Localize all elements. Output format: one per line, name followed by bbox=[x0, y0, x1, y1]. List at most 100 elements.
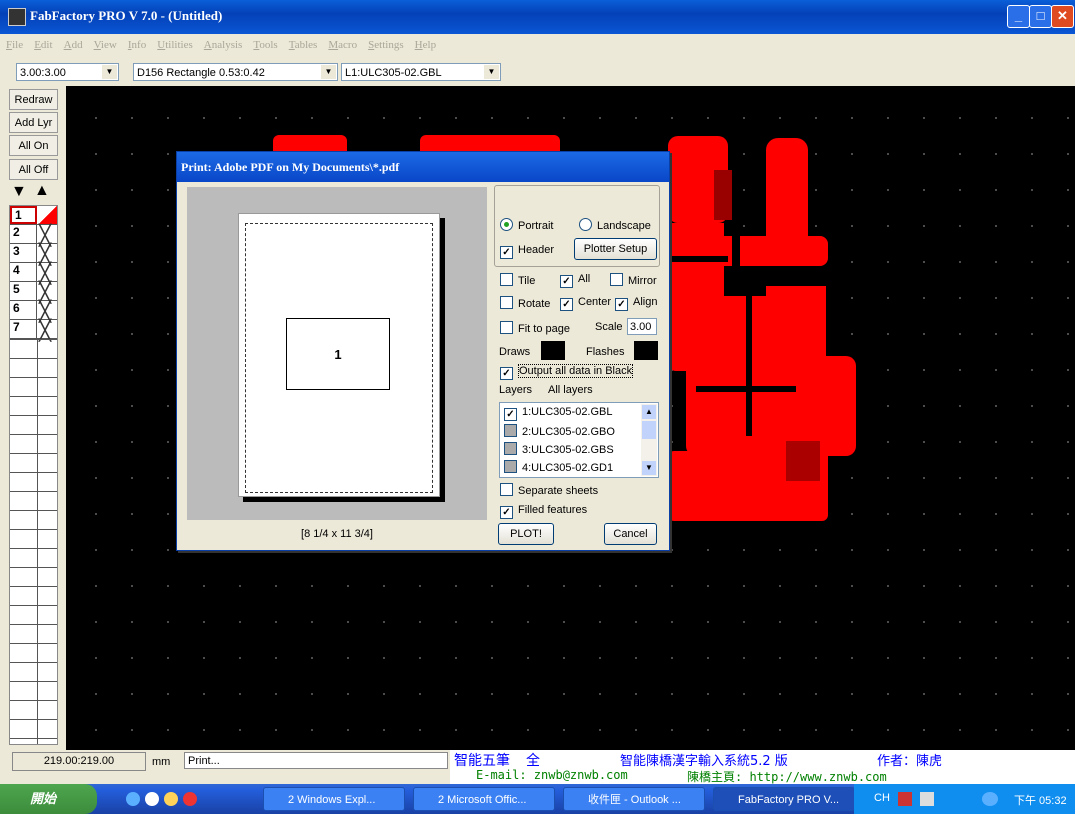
mirror-checkbox[interactable]: Mirror bbox=[610, 273, 657, 287]
ime-email: E-mail: znwb@znwb.com bbox=[476, 768, 628, 782]
menu-settings[interactable]: Settings bbox=[368, 39, 403, 51]
all-off-button[interactable]: All Off bbox=[9, 159, 58, 180]
pcb-trace-line bbox=[696, 386, 796, 392]
ime-tray-icon[interactable] bbox=[898, 792, 912, 806]
task-outlook[interactable]: 收件匣 - Outlook ... bbox=[563, 787, 705, 811]
scroll-thumb[interactable] bbox=[642, 421, 656, 439]
pcb-pad bbox=[273, 135, 347, 151]
fit-to-page-checkbox[interactable]: Fit to page bbox=[500, 321, 570, 335]
header-label: Header bbox=[518, 244, 555, 256]
taskbar: 開始 2 Windows Expl... 2 Microsoft Offic..… bbox=[0, 784, 1075, 814]
draws-color-swatch[interactable] bbox=[541, 341, 565, 360]
scale-input[interactable]: 3.00 bbox=[627, 318, 657, 335]
plotter-setup-button[interactable]: Plotter Setup bbox=[574, 238, 657, 260]
language-indicator[interactable]: CH bbox=[874, 792, 890, 804]
browser-icon[interactable] bbox=[145, 792, 159, 806]
menu-tools[interactable]: Tools bbox=[253, 39, 277, 51]
ie-icon[interactable] bbox=[126, 792, 140, 806]
scroll-up-icon[interactable]: ▲ bbox=[642, 405, 656, 419]
plot-button[interactable]: PLOT! bbox=[498, 523, 554, 545]
cancel-button[interactable]: Cancel bbox=[604, 523, 657, 545]
task-windows-explorer[interactable]: 2 Windows Expl... bbox=[263, 787, 405, 811]
layer-row-7[interactable]: 7 ╳ bbox=[10, 320, 57, 342]
ime-mode[interactable]: 智能五筆 bbox=[454, 750, 510, 770]
layers-listbox[interactable]: ✓ 1:ULC305-02.GBL 2:ULC305-02.GBO 3:ULC30… bbox=[499, 402, 659, 478]
layer-list-item[interactable]: 4:ULC305-02.GD1 bbox=[504, 460, 613, 474]
pcb-trace-block bbox=[766, 286, 826, 376]
close-button[interactable]: ✕ bbox=[1051, 5, 1074, 28]
ime-fullwidth[interactable]: 全 bbox=[526, 750, 540, 770]
maximize-button[interactable]: □ bbox=[1029, 5, 1052, 28]
scale-combo[interactable]: 3.00:3.00 ▼ bbox=[16, 63, 119, 81]
print-dialog: Print: Adobe PDF on My Documents\*.pdf 1… bbox=[176, 151, 670, 551]
pcb-trace-line bbox=[668, 256, 728, 262]
filled-features-checkbox[interactable]: ✓ Filled features bbox=[500, 504, 587, 519]
menu-file[interactable]: File bbox=[6, 39, 23, 51]
task-microsoft-office[interactable]: 2 Microsoft Offic... bbox=[413, 787, 555, 811]
layer-combo[interactable]: L1:ULC305-02.GBL ▼ bbox=[341, 63, 501, 81]
layer-list-item[interactable]: 3:ULC305-02.GBS bbox=[504, 442, 614, 456]
center-checkbox[interactable]: ✓ Center bbox=[560, 296, 611, 311]
task-fabfactory[interactable]: FabFactory PRO V... bbox=[713, 787, 855, 811]
app-quicklaunch-icon[interactable] bbox=[183, 792, 197, 806]
menu-help[interactable]: Help bbox=[415, 39, 436, 51]
portrait-radio[interactable]: Portrait bbox=[500, 218, 553, 232]
chevron-down-icon[interactable]: ▼ bbox=[102, 65, 117, 79]
add-layer-button[interactable]: Add Lyr bbox=[9, 112, 58, 133]
layer-number: 3 bbox=[10, 244, 37, 262]
chevron-down-icon[interactable]: ▼ bbox=[484, 65, 499, 79]
menu-macro[interactable]: Macro bbox=[328, 39, 357, 51]
menu-add[interactable]: Add bbox=[64, 39, 83, 51]
scale-label: Scale bbox=[595, 321, 623, 333]
layer-list-label: 4:ULC305-02.GD1 bbox=[522, 462, 614, 474]
checkbox-empty-icon bbox=[610, 273, 623, 286]
layers-value: All layers bbox=[548, 384, 593, 396]
all-on-button[interactable]: All On bbox=[9, 135, 58, 156]
redraw-button[interactable]: Redraw bbox=[9, 89, 58, 110]
layer-number: 2 bbox=[10, 225, 37, 243]
layer-down-icon[interactable]: ▼ bbox=[11, 183, 27, 201]
all-checkbox[interactable]: ✓ All bbox=[560, 273, 590, 288]
flashes-color-swatch[interactable] bbox=[634, 341, 658, 360]
menu-view[interactable]: View bbox=[94, 39, 117, 51]
menu-info[interactable]: Info bbox=[128, 39, 146, 51]
toolbar: 3.00:3.00 ▼ D156 Rectangle 0.53:0.42 ▼ L… bbox=[0, 56, 1075, 86]
fit-to-page-label: Fit to page bbox=[518, 323, 570, 335]
layer-list-label: 1:ULC305-02.GBL bbox=[522, 406, 613, 418]
output-black-checkbox[interactable]: ✓ Output all data in Black bbox=[500, 364, 634, 380]
scroll-down-icon[interactable]: ▼ bbox=[642, 461, 656, 475]
landscape-radio[interactable]: Landscape bbox=[579, 218, 651, 232]
separate-sheets-checkbox[interactable]: Separate sheets bbox=[500, 483, 598, 497]
paper-sheet: 1 bbox=[238, 213, 440, 497]
checkbox-empty-icon bbox=[500, 296, 513, 309]
layer-list-item[interactable]: ✓ 1:ULC305-02.GBL bbox=[504, 406, 613, 421]
radio-selected-icon bbox=[500, 218, 513, 231]
pcb-pad bbox=[420, 135, 560, 151]
listbox-scrollbar[interactable]: ▲ ▼ bbox=[641, 404, 657, 476]
menu-edit[interactable]: Edit bbox=[34, 39, 52, 51]
tile-checkbox[interactable]: Tile bbox=[500, 273, 535, 287]
center-label: Center bbox=[578, 296, 612, 308]
system-tray: CH 下午 05:32 bbox=[854, 784, 1075, 814]
checkbox-checked-icon: ✓ bbox=[560, 298, 573, 311]
start-button[interactable]: 開始 bbox=[0, 784, 97, 814]
minimize-button[interactable]: _ bbox=[1007, 5, 1030, 28]
network-tray-icon[interactable] bbox=[982, 792, 998, 806]
layer-list-item[interactable]: 2:ULC305-02.GBO bbox=[504, 424, 615, 438]
dcode-combo[interactable]: D156 Rectangle 0.53:0.42 ▼ bbox=[133, 63, 338, 81]
rotate-checkbox[interactable]: Rotate bbox=[500, 296, 550, 310]
app-quicklaunch-icon[interactable] bbox=[164, 792, 178, 806]
layer-list-label: 2:ULC305-02.GBO bbox=[522, 426, 615, 438]
layers-label: Layers bbox=[499, 384, 533, 396]
menu-tables[interactable]: Tables bbox=[289, 39, 318, 51]
chevron-down-icon[interactable]: ▼ bbox=[321, 65, 336, 79]
checkbox-grey-icon bbox=[504, 460, 517, 473]
checkbox-checked-icon: ✓ bbox=[500, 367, 513, 380]
menu-analysis[interactable]: Analysis bbox=[204, 39, 243, 51]
align-checkbox[interactable]: ✓ Align bbox=[615, 296, 657, 311]
coordinates-readout: 219.00:219.00 bbox=[12, 752, 146, 771]
layer-up-icon[interactable]: ▲ bbox=[34, 182, 50, 200]
header-checkbox[interactable]: ✓ Header bbox=[500, 244, 554, 259]
menu-utilities[interactable]: Utilities bbox=[157, 39, 192, 51]
help-tray-icon[interactable] bbox=[920, 792, 934, 806]
